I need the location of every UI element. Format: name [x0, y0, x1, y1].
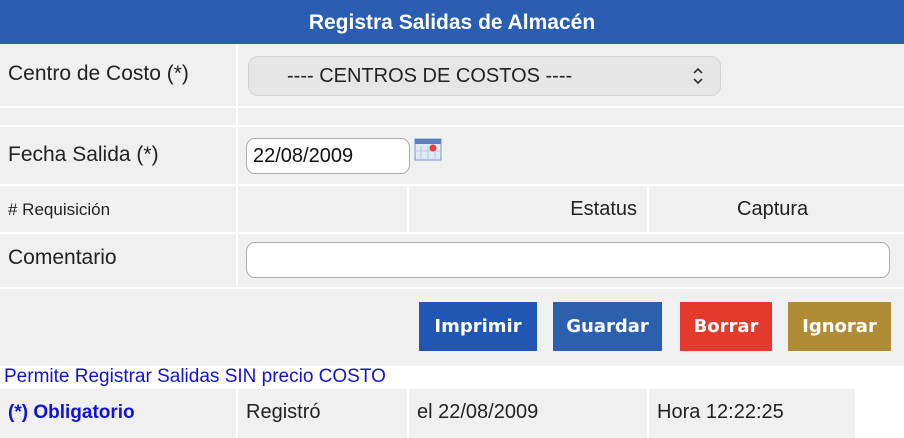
obligatorio-label: (*) Obligatorio	[8, 402, 135, 423]
estatus-cell: Estatus	[409, 186, 649, 232]
fecha-salida-label: Fecha Salida (*)	[8, 143, 159, 166]
comentario-row: Comentario	[0, 234, 904, 289]
requisicion-value-cell	[238, 186, 409, 232]
requisicion-row: # Requisición Estatus Captura	[0, 186, 904, 234]
spacer-row	[0, 108, 904, 127]
calendar-icon[interactable]	[414, 137, 442, 161]
centro-costo-label-cell: Centro de Costo (*)	[0, 44, 238, 106]
centro-costo-label: Centro de Costo (*)	[8, 62, 189, 85]
registro-cell: Registró	[238, 389, 407, 438]
obligatorio-cell: (*) Obligatorio	[0, 389, 236, 438]
registro-fecha: el 22/08/2009	[417, 401, 539, 423]
ignorar-button[interactable]: Ignorar	[788, 302, 891, 351]
guardar-button[interactable]: Guardar	[553, 302, 662, 351]
fecha-salida-label-cell: Fecha Salida (*)	[0, 127, 238, 184]
comentario-input[interactable]	[246, 242, 890, 278]
captura-label: Captura	[737, 198, 809, 220]
fecha-salida-row: Fecha Salida (*) 22/08/2009	[0, 127, 904, 186]
page-title: Registra Salidas de Almacén	[0, 0, 904, 44]
comentario-label: Comentario	[8, 246, 117, 269]
centro-costo-select[interactable]: ---- CENTROS DE COSTOS ----	[248, 56, 721, 96]
requisicion-label-cell: # Requisición	[0, 186, 238, 232]
centro-costo-selected-value: ---- CENTROS DE COSTOS ----	[287, 65, 573, 87]
sin-precio-note: Permite Registrar Salidas SIN precio COS…	[4, 366, 386, 387]
registro-hora: Hora 12:22:25	[657, 401, 784, 423]
fecha-salida-input[interactable]: 22/08/2009	[246, 138, 410, 174]
registro-label: Registró	[246, 401, 321, 423]
spacer-cell	[0, 108, 238, 125]
centro-costo-row: Centro de Costo (*) ---- CENTROS DE COST…	[0, 44, 904, 108]
registro-fecha-cell: el 22/08/2009	[409, 389, 647, 438]
borrar-button[interactable]: Borrar	[680, 302, 772, 351]
imprimir-button[interactable]: Imprimir	[419, 302, 537, 351]
comentario-label-cell: Comentario	[0, 234, 238, 287]
registro-hora-cell: Hora 12:22:25	[649, 389, 855, 438]
chevron-up-down-icon	[692, 57, 704, 109]
captura-cell: Captura	[649, 186, 904, 232]
requisicion-label: # Requisición	[8, 200, 111, 219]
estatus-label: Estatus	[570, 198, 637, 220]
